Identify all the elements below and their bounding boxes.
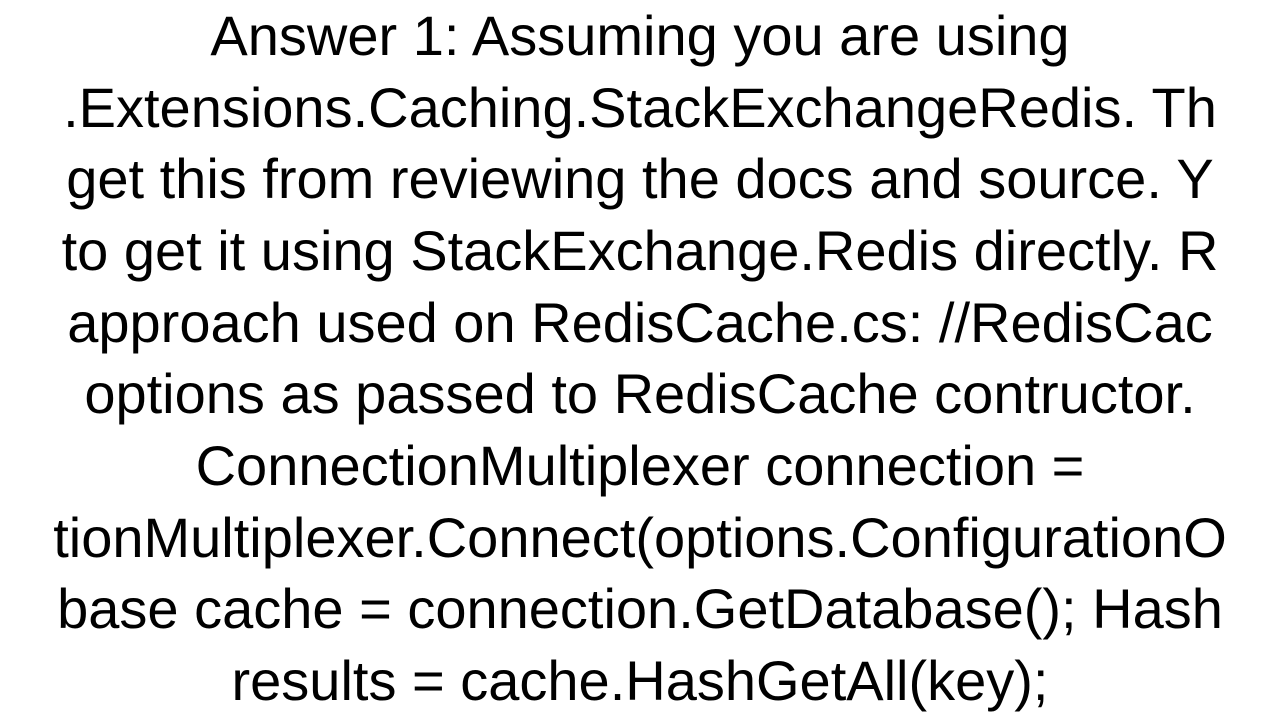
answer-text: Answer 1: Assuming you are using .Extens… bbox=[53, 0, 1227, 717]
